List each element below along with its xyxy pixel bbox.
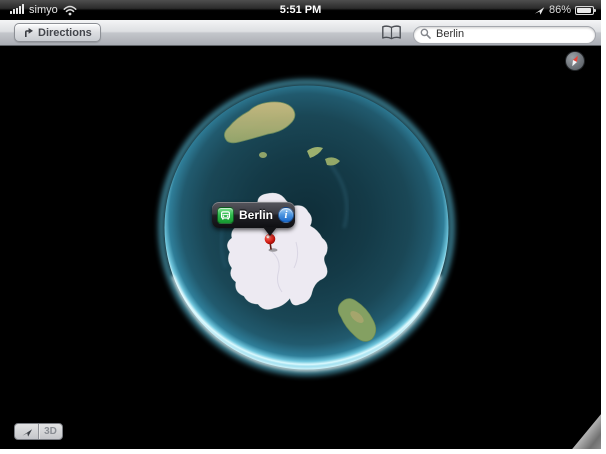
- bookmarks-button[interactable]: [381, 25, 402, 41]
- pin-callout[interactable]: Berlin i: [212, 202, 295, 228]
- info-glyph: i: [284, 210, 287, 221]
- ipad-maps-screen: simyo 5:51 PM 86%: [0, 0, 601, 449]
- status-right-group: 86%: [534, 0, 594, 20]
- battery-percent-label: 86%: [549, 4, 571, 16]
- current-location-button[interactable]: [15, 424, 38, 439]
- directions-button[interactable]: Directions: [14, 23, 101, 42]
- status-bar: simyo 5:51 PM 86%: [0, 0, 601, 20]
- tasmania-landmass: [259, 152, 267, 158]
- globe[interactable]: [0, 46, 601, 449]
- turn-right-arrow-icon: [23, 27, 34, 38]
- open-book-icon: [381, 25, 402, 41]
- search-field-wrap: [413, 24, 596, 42]
- locate-3d-control: 3D: [14, 423, 63, 440]
- map-area[interactable]: Berlin i 3D: [0, 46, 601, 449]
- status-center-group: 5:51 PM: [0, 0, 601, 20]
- location-arrow-icon: [534, 5, 545, 16]
- magnifier-icon: [420, 28, 431, 39]
- callout-tail: [263, 227, 277, 236]
- directions-button-label: Directions: [38, 27, 92, 39]
- battery-icon: [575, 6, 594, 15]
- car-directions-icon[interactable]: [217, 207, 234, 224]
- callout-bubble: Berlin i: [212, 202, 295, 228]
- info-icon[interactable]: i: [278, 207, 294, 223]
- toolbar: Directions: [0, 20, 601, 46]
- location-arrow-icon: [21, 426, 33, 438]
- search-input[interactable]: [413, 26, 596, 44]
- compass-icon[interactable]: [565, 51, 585, 71]
- three-d-label: 3D: [44, 426, 57, 437]
- three-d-button[interactable]: 3D: [39, 424, 62, 439]
- callout-title: Berlin: [239, 208, 273, 222]
- clock-label: 5:51 PM: [280, 4, 322, 16]
